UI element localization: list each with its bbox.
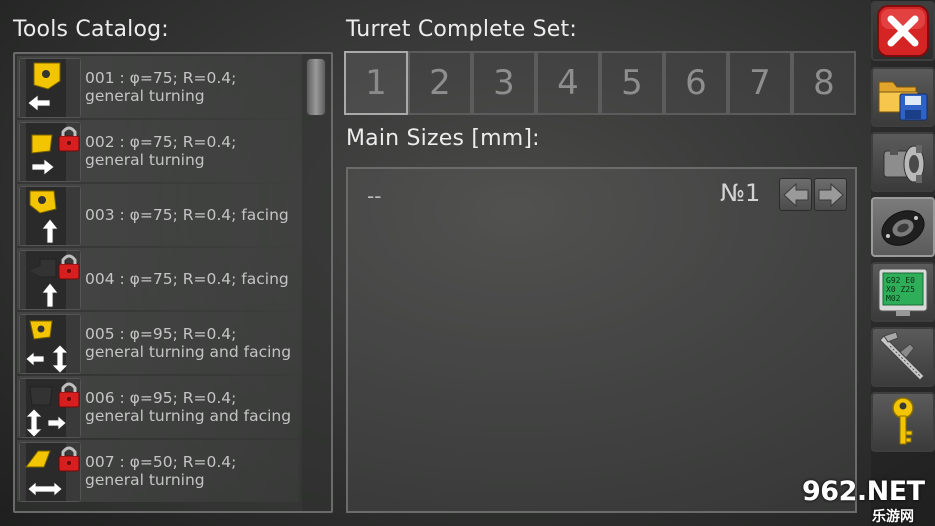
close-icon — [877, 5, 929, 57]
turret-complete-set-heading: Turret Complete Set: — [346, 17, 577, 42]
tool-number-label: №1 — [720, 179, 761, 207]
turret-tab-8[interactable]: 8 — [792, 51, 856, 115]
tool-row[interactable]: 001 : φ=75; R=0.4; general turning — [17, 56, 299, 118]
open-save-file-icon — [878, 81, 928, 121]
turret-tab-5[interactable]: 5 — [600, 51, 664, 115]
site-watermark: 962.NET 乐游网 — [796, 476, 935, 526]
license-key-button[interactable] — [871, 392, 935, 452]
turning-facing-insert-locked-icon — [19, 378, 81, 438]
main-sizes-heading: Main Sizes [mm]: — [346, 126, 540, 151]
key-icon — [892, 397, 914, 445]
turret-tab-6[interactable]: 6 — [664, 51, 728, 115]
tools-catalog-heading: Tools Catalog: — [13, 17, 169, 42]
program-line-2: X0 Z25 — [886, 285, 915, 294]
turret-tab-4[interactable]: 4 — [536, 51, 600, 115]
tool-row[interactable]: 005 : φ=95; R=0.4; general turning and fa… — [17, 312, 299, 374]
tool-name: 002 : φ=75; R=0.4; — [85, 133, 237, 151]
chuck-button[interactable] — [871, 132, 935, 192]
facing-insert-up-arrow-icon — [19, 186, 81, 246]
tool-description: general turning and facing — [85, 407, 292, 425]
main-sizes-panel: -- №1 — [346, 167, 857, 513]
program-line-3: M02 — [886, 294, 901, 303]
tools-catalog-list[interactable]: 001 : φ=75; R=0.4; general turning 002 : φ… — [13, 52, 333, 513]
tool-row[interactable]: 002 : φ=75; R=0.4; general turning — [17, 120, 299, 182]
tool-row[interactable]: 006 : φ=95; R=0.4; general turning and fa… — [17, 376, 299, 438]
tool-name: 006 : φ=95; R=0.4; — [85, 389, 237, 407]
turret-tab-3[interactable]: 3 — [472, 51, 536, 115]
catalog-scrollbar-thumb[interactable] — [306, 58, 326, 116]
tool-description: general turning and facing — [85, 343, 292, 361]
turret-tab-7[interactable]: 7 — [728, 51, 792, 115]
tool-description: general turning — [85, 471, 205, 489]
caliper-icon — [879, 331, 925, 381]
turret-tab-2[interactable]: 2 — [408, 51, 472, 115]
turret-tabs: 12345678 — [344, 51, 857, 115]
tool-name: 007 : φ=50; R=0.4; — [85, 453, 237, 471]
tool-row[interactable]: 007 : φ=50; R=0.4; general turning — [17, 440, 299, 502]
program-button[interactable]: G92 E0 X0 Z25 M02 — [871, 262, 935, 322]
turning-facing-insert-icon — [19, 314, 81, 374]
catalog-scrollbar[interactable] — [302, 54, 331, 511]
watermark-subtitle: 乐游网 — [872, 509, 914, 525]
tool-row[interactable]: 004 : φ=75; R=0.4; facing — [17, 248, 299, 310]
tool-description: general turning — [85, 87, 205, 105]
arrow-right-icon — [818, 182, 844, 207]
turning-insert-left-arrow-icon — [19, 58, 81, 118]
tool-name: 001 : φ=75; R=0.4; — [85, 69, 237, 87]
watermark-logo: 962.NET — [802, 476, 925, 507]
tool-name: 003 : φ=75; R=0.4; facing — [85, 206, 289, 224]
right-toolbar: G92 E0 X0 Z25 M02 — [871, 0, 935, 526]
tool-row[interactable]: 003 : φ=75; R=0.4; facing — [17, 184, 299, 246]
tool-name: 005 : φ=95; R=0.4; — [85, 325, 237, 343]
program-line-1: G92 E0 — [886, 276, 915, 285]
tool-description: general turning — [85, 151, 205, 169]
facing-insert-up-arrow-locked-icon — [19, 250, 81, 310]
cnc-program-screen-icon: G92 E0 X0 Z25 M02 — [878, 268, 928, 316]
arrow-left-icon — [782, 182, 808, 207]
lathe-chuck-icon — [883, 143, 925, 183]
tool-holder-ring-icon — [881, 210, 925, 246]
main-sizes-value: -- — [367, 184, 382, 208]
next-button[interactable] — [814, 178, 847, 211]
turret-tab-1[interactable]: 1 — [344, 51, 408, 115]
measure-button[interactable] — [871, 327, 935, 387]
turning-insert-right-arrow-locked-icon — [19, 122, 81, 182]
close-button[interactable] — [871, 1, 935, 61]
tool-name: 004 : φ=75; R=0.4; facing — [85, 270, 289, 288]
previous-button[interactable] — [779, 178, 812, 211]
file-save-button[interactable] — [871, 67, 935, 127]
turning-insert-double-arrow-locked-icon — [19, 442, 81, 502]
tool-holder-button[interactable] — [871, 197, 935, 257]
